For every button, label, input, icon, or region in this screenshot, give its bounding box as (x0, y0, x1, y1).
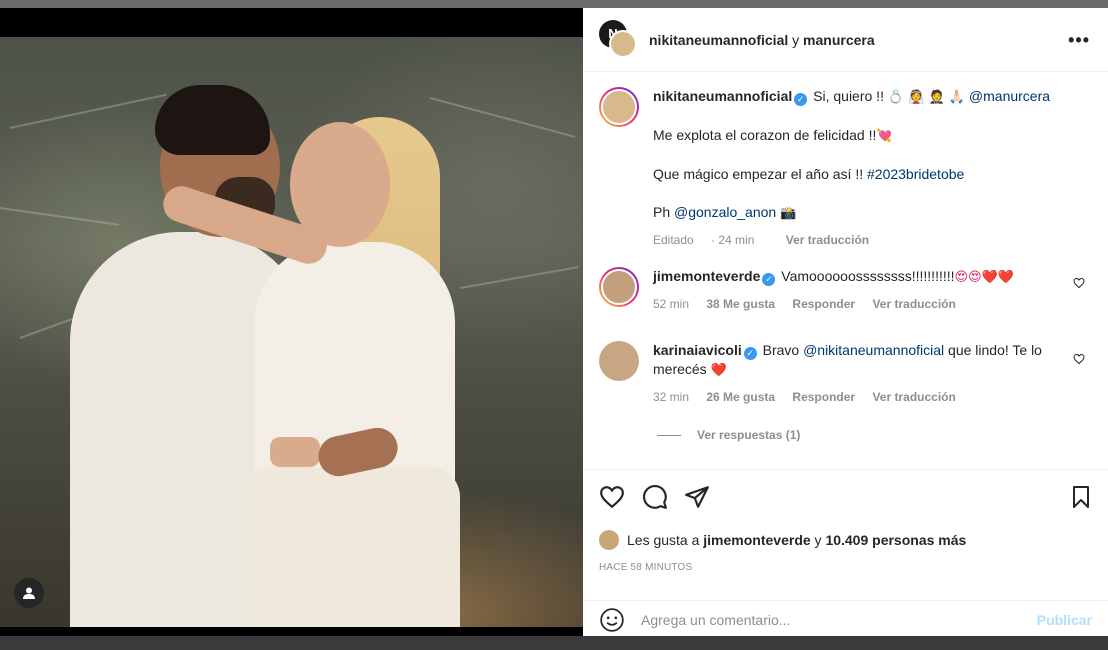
collab-avatars[interactable]: N (599, 19, 639, 60)
likes-user[interactable]: jimemonteverde (703, 532, 810, 548)
post-actions-section: Les gusta a jimemonteverde y 10.409 pers… (583, 469, 1108, 632)
caption-text: Me explota el corazon de felicidad !! (653, 127, 877, 143)
avatar[interactable] (599, 267, 639, 307)
verified-icon: ✓ (794, 93, 808, 106)
heart-emoji: 💘 (876, 129, 893, 144)
post-header: N nikitaneumannoficial y manurcera ••• (583, 8, 1108, 72)
edited-label: Editado · 24 min (653, 233, 755, 247)
caption-text: Ph (653, 204, 671, 220)
view-replies-button[interactable]: Ver respuestas (1) (657, 428, 800, 442)
translate-link[interactable]: Ver traducción (872, 297, 955, 311)
save-bookmark-icon[interactable] (1069, 484, 1093, 515)
author-link[interactable]: nikitaneumannoficial (649, 32, 788, 48)
comment-username[interactable]: karinaiavicoli (653, 342, 742, 358)
comment-text: Bravo (762, 342, 800, 358)
share-send-icon[interactable] (684, 484, 710, 515)
comment-username[interactable]: jimemonteverde (653, 268, 760, 284)
caption-text: Si, quiero !! (813, 88, 884, 104)
caption-username[interactable]: nikitaneumannoficial (653, 88, 792, 104)
verified-icon: ✓ (743, 347, 757, 360)
media-pane (0, 8, 583, 636)
camera-emoji: 📸 (780, 206, 797, 221)
translate-link[interactable]: Ver traducción (872, 390, 955, 404)
avatar (599, 530, 619, 550)
heart-emoji: ❤️ (710, 363, 727, 378)
post-timestamp: HACE 58 MINUTOS (599, 562, 693, 573)
post-panel: N nikitaneumannoficial y manurcera ••• n… (583, 8, 1108, 636)
top-strip (0, 0, 1108, 8)
comments-section[interactable]: nikitaneumannoficial ✓ Si, quiero !! 💍 👰 … (583, 73, 1108, 468)
comment-emojis: 😍😍❤️❤️ (954, 270, 1014, 285)
like-heart-icon[interactable] (599, 484, 625, 515)
comment-likes[interactable]: 38 Me gusta (706, 297, 775, 311)
mention-link[interactable]: @manurcera (969, 88, 1050, 104)
translate-link[interactable]: Ver traducción (786, 233, 869, 247)
comment-like-icon[interactable] (1073, 353, 1085, 368)
comment-bubble-icon[interactable] (642, 484, 668, 515)
comment-time: 32 min (653, 390, 690, 404)
avatar[interactable] (599, 87, 639, 127)
mention-link[interactable]: @nikitaneumannoficial (803, 342, 944, 358)
mention-link[interactable]: @gonzalo_anon (674, 204, 776, 220)
comment-form: Publicar (583, 600, 1108, 638)
likes-count[interactable]: 10.409 personas más (825, 532, 966, 548)
comment-like-icon[interactable] (1073, 277, 1085, 292)
comment-likes[interactable]: 26 Me gusta (706, 390, 775, 404)
caption-emojis: 💍 👰 🤵 🙏🏻 (887, 90, 966, 105)
comment-text: Vamoooooossssssss!!!!!!!!!!! (781, 268, 955, 284)
avatar[interactable] (599, 341, 639, 381)
tagged-user-icon[interactable] (14, 578, 44, 608)
hashtag-link[interactable]: #2023bridetobe (867, 166, 964, 182)
caption-text: Que mágico empezar el año así !! (653, 166, 864, 182)
comment-time: 52 min (653, 297, 690, 311)
verified-icon: ✓ (762, 273, 776, 286)
action-bar (583, 470, 1108, 526)
publish-button[interactable]: Publicar (1037, 612, 1092, 628)
likes-summary[interactable]: Les gusta a jimemonteverde y 10.409 pers… (599, 530, 966, 550)
comment-input[interactable] (641, 611, 1021, 628)
bottom-strip (0, 636, 1108, 650)
avatar (609, 29, 637, 58)
post-authors: nikitaneumannoficial y manurcera (649, 31, 875, 48)
more-options-icon[interactable]: ••• (1068, 30, 1090, 51)
reply-button[interactable]: Responder (792, 297, 855, 311)
reply-button[interactable]: Responder (792, 390, 855, 404)
emoji-smiley-icon[interactable] (599, 607, 625, 633)
author-link[interactable]: manurcera (803, 32, 875, 48)
post-photo[interactable] (0, 37, 583, 627)
